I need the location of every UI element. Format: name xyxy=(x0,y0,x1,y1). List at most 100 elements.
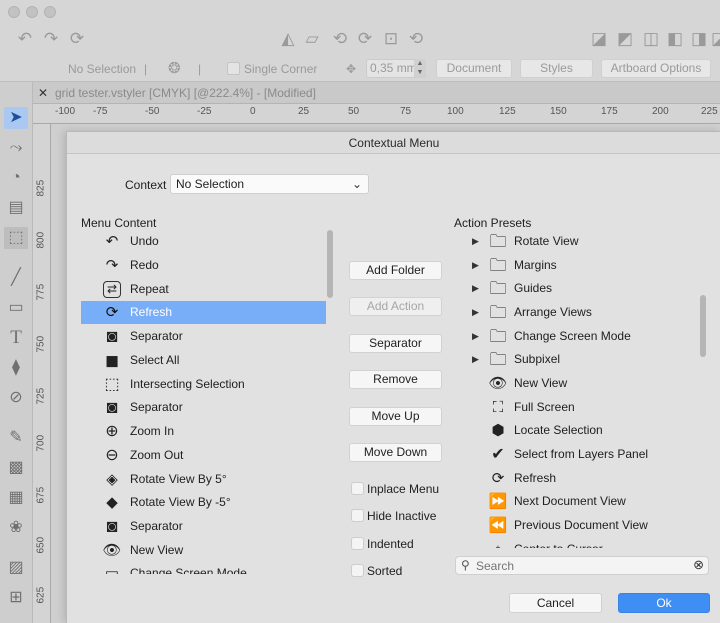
preset-folder[interactable]: ▶ 🗀 Change Screen Mode xyxy=(454,325,699,349)
artboard-tool-icon[interactable]: ▤ xyxy=(4,197,28,219)
preset-folder[interactable]: ▶ 🗀 Subpixel xyxy=(454,348,699,372)
disclosure-triangle-icon[interactable]: ▶ xyxy=(472,254,479,277)
color-swatch-icon[interactable]: ▨ xyxy=(4,557,28,579)
lasso-tool-icon[interactable]: ◔ xyxy=(4,167,28,189)
gear-symbol-icon[interactable]: ❂ xyxy=(168,59,181,77)
transparency-tool-icon[interactable]: ▩ xyxy=(4,457,28,479)
preset-item[interactable]: ⟳ Refresh xyxy=(454,467,699,491)
disclosure-triangle-icon[interactable]: ▶ xyxy=(472,301,479,324)
preset-folder[interactable]: ▶ 🗀 Guides xyxy=(454,277,699,301)
list-item[interactable]: ◙ Separator xyxy=(81,396,326,419)
sorted-checkbox[interactable] xyxy=(351,564,364,577)
perspective-icon[interactable]: ◭ xyxy=(277,28,299,50)
list-item[interactable]: ◈ Rotate View By 5° xyxy=(81,468,326,491)
preset-folder[interactable]: ▶ 🗀 Margins xyxy=(454,254,699,278)
gradient-tool-icon[interactable]: ⊘ xyxy=(4,387,28,409)
scrollbar-thumb[interactable] xyxy=(700,295,706,357)
rectangle-tool-icon[interactable]: ▭ xyxy=(4,297,28,319)
list-item[interactable]: ⇄ Repeat xyxy=(81,278,326,301)
boolean-combine-icon[interactable]: ◪ xyxy=(708,28,720,50)
preset-folder[interactable]: ▶ 🗀 Rotate View xyxy=(454,230,699,254)
add-folder-button[interactable]: Add Folder xyxy=(349,261,442,280)
disclosure-triangle-icon[interactable]: ▶ xyxy=(472,230,479,253)
list-item[interactable]: ▭ Change Screen Mode xyxy=(81,562,326,574)
ok-button[interactable]: Ok xyxy=(618,593,710,613)
indented-checkbox[interactable] xyxy=(351,537,364,550)
action-presets-scrollbar[interactable] xyxy=(699,230,707,548)
boolean-xor-icon[interactable]: ◧ xyxy=(664,28,686,50)
document-button[interactable]: Document xyxy=(436,59,512,78)
folder-icon: 🗀 xyxy=(489,232,507,251)
search-field[interactable]: ⚲ ⊗ xyxy=(455,556,709,575)
list-item[interactable]: ◙ Separator xyxy=(81,515,326,538)
preset-item[interactable]: 👁 New View xyxy=(454,372,699,396)
disclosure-triangle-icon[interactable]: ▶ xyxy=(472,325,479,348)
reset-rotation-icon[interactable]: ⊡ xyxy=(380,28,402,50)
preset-item[interactable]: ⌖ Center to Cursor xyxy=(454,538,699,548)
preset-item[interactable]: ⏪ Previous Document View xyxy=(454,514,699,538)
preset-item[interactable]: ✔ Select from Layers Panel xyxy=(454,443,699,467)
cancel-button[interactable]: Cancel xyxy=(509,593,602,613)
separator-button[interactable]: Separator xyxy=(349,334,442,353)
close-tab-icon[interactable]: ✕ xyxy=(38,86,48,100)
inplace-menu-checkbox[interactable] xyxy=(351,482,364,495)
context-dropdown[interactable]: No Selection ⌄ xyxy=(170,174,369,194)
menu-content-scrollbar[interactable] xyxy=(326,230,334,574)
list-item[interactable]: ↶ Undo xyxy=(81,230,326,253)
single-corner-checkbox[interactable] xyxy=(227,62,240,75)
zoom-tool-icon[interactable]: ⊞ xyxy=(4,587,28,609)
preset-item[interactable]: ⬢ Locate Selection xyxy=(454,419,699,443)
selection-tool-icon[interactable]: ➤ xyxy=(4,107,28,129)
flip-icon[interactable]: ▱ xyxy=(301,28,323,50)
artboard-options-button[interactable]: Artboard Options xyxy=(601,59,711,78)
styles-button[interactable]: Styles xyxy=(520,59,593,78)
list-item[interactable]: ↷ Redo xyxy=(81,254,326,277)
close-window-button[interactable] xyxy=(8,6,20,18)
rotate-view-icon[interactable]: ⟲ xyxy=(405,28,427,50)
line-tool-icon[interactable]: ╱ xyxy=(4,267,28,289)
boolean-add-icon[interactable]: ◪ xyxy=(588,28,610,50)
undo-icon[interactable]: ↶ xyxy=(14,28,36,50)
disclosure-triangle-icon[interactable]: ▶ xyxy=(472,277,479,300)
rotate-left-icon[interactable]: ⟲ xyxy=(329,28,351,50)
fill-tool-icon[interactable]: ⧫ xyxy=(4,357,28,379)
list-item[interactable]: ◆ Rotate View By -5° xyxy=(81,491,326,514)
redo-icon[interactable]: ↷ xyxy=(40,28,62,50)
scrollbar-thumb[interactable] xyxy=(327,230,333,298)
boolean-subtract-icon[interactable]: ◩ xyxy=(614,28,636,50)
zoom-window-button[interactable] xyxy=(44,6,56,18)
list-item[interactable]: ◼ Select All xyxy=(81,349,326,372)
shape-builder-icon[interactable]: ▦ xyxy=(4,487,28,509)
list-item[interactable]: ⊕ Zoom In xyxy=(81,420,326,443)
remove-button[interactable]: Remove xyxy=(349,370,442,389)
preset-item[interactable]: ⏩ Next Document View xyxy=(454,490,699,514)
disclosure-triangle-icon[interactable]: ▶ xyxy=(472,348,479,371)
move-up-button[interactable]: Move Up xyxy=(349,407,442,426)
action-presets-list[interactable]: ▶ 🗀 Rotate View ▶ 🗀 Margins ▶ 🗀 Guides ▶… xyxy=(454,230,699,548)
rotate-right-icon[interactable]: ⟳ xyxy=(354,28,376,50)
menu-content-list[interactable]: ↶ Undo ↷ Redo ⇄ Repeat ⟳ Refresh ◙ Separ… xyxy=(81,230,326,574)
list-item[interactable]: ⊖ Zoom Out xyxy=(81,444,326,467)
search-input[interactable] xyxy=(476,558,686,573)
add-action-button[interactable]: Add Action xyxy=(349,297,442,316)
preset-folder[interactable]: ▶ 🗀 Arrange Views xyxy=(454,301,699,325)
list-item[interactable]: ◙ Separator xyxy=(81,325,326,348)
list-item-selected[interactable]: ⟳ Refresh xyxy=(81,301,326,324)
move-down-button[interactable]: Move Down xyxy=(349,443,442,462)
document-tab-title[interactable]: grid tester.vstyler [CMYK] [@222.4%] - [… xyxy=(55,86,316,100)
clear-search-icon[interactable]: ⊗ xyxy=(693,557,704,573)
blend-tool-icon[interactable]: ❀ xyxy=(4,517,28,539)
list-item[interactable]: ⬚ Intersecting Selection xyxy=(81,373,326,396)
hide-inactive-checkbox[interactable] xyxy=(351,509,364,522)
text-tool-icon[interactable]: T xyxy=(4,327,28,349)
refresh-icon[interactable]: ⟳ xyxy=(66,28,88,50)
eyedropper-tool-icon[interactable]: ✎ xyxy=(4,427,28,449)
minimize-window-button[interactable] xyxy=(26,6,38,18)
preset-item[interactable]: ⛶ Full Screen xyxy=(454,396,699,420)
size-stepper[interactable]: ▲ ▼ xyxy=(414,59,426,78)
list-item[interactable]: 👁 New View xyxy=(81,539,326,562)
boolean-intersect-icon[interactable]: ◫ xyxy=(640,28,662,50)
node-tool-icon[interactable]: ⤳ xyxy=(4,137,28,159)
boolean-divide-icon[interactable]: ◨ xyxy=(688,28,710,50)
marquee-tool-icon[interactable]: ⬚ xyxy=(4,227,28,249)
